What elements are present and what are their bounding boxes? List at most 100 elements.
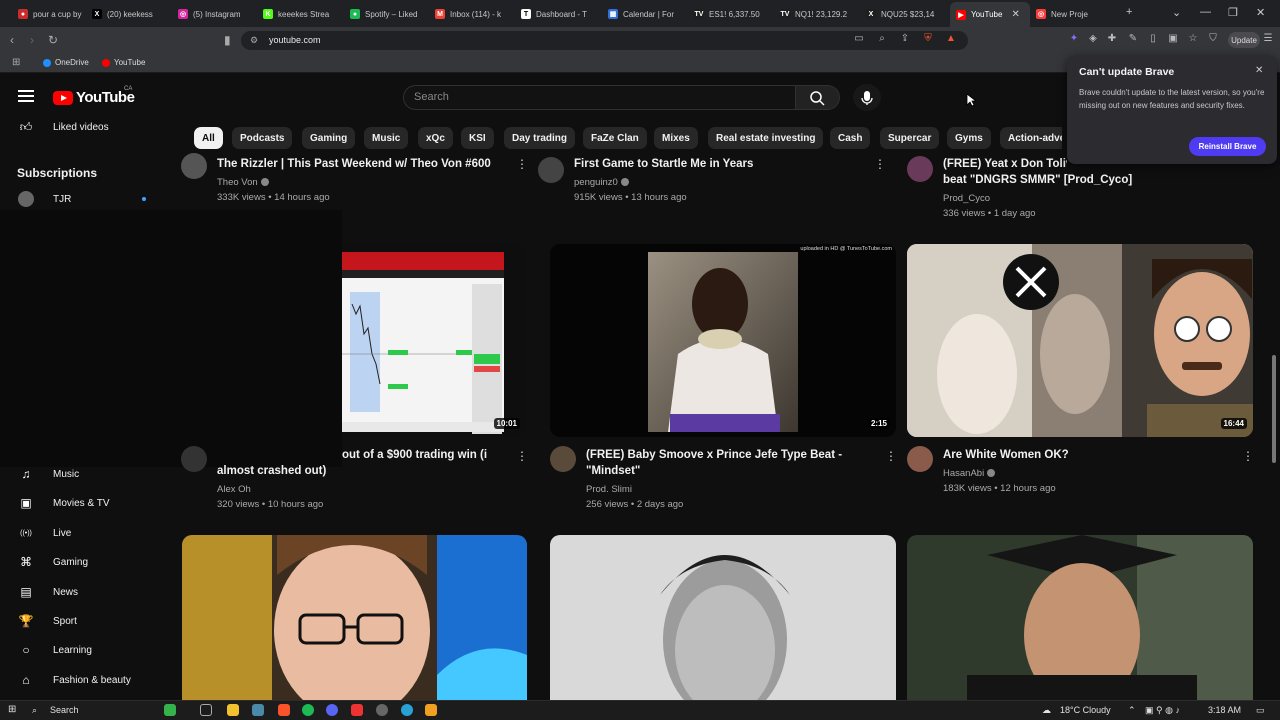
forward-icon[interactable]: › [30,33,34,47]
video-channel[interactable]: HasanAbi [943,466,996,481]
channel-avatar[interactable] [550,446,576,472]
more-options-icon[interactable]: ⋮ [885,449,897,463]
voice-search-button[interactable] [853,84,881,111]
sidebar-item-gaming[interactable]: ⌘ Gaming [0,550,170,574]
chip-cash[interactable]: Cash [830,127,871,149]
channel-name[interactable]: Prod_Cyco [943,191,990,206]
video-title-line1[interactable]: out of a $900 trading win (i [342,447,487,463]
browser-tab[interactable]: ▶ YouTube ✕ [950,2,1030,27]
chip-podcasts[interactable]: Podcasts [232,127,293,149]
update-button[interactable]: Update [1228,32,1260,48]
video-title[interactable]: The Rizzler | This Past Weekend w/ Theo … [217,156,517,172]
channel-avatar[interactable] [907,446,933,472]
chip-all[interactable]: All [194,127,223,149]
video-title-line2[interactable]: "Mindset" [586,463,640,479]
vpn-icon[interactable]: ⛉ [1207,33,1219,45]
reload-icon[interactable]: ↻ [48,33,58,47]
system-tray-icons[interactable]: ▣ ⚲ ◍ ♪ [1145,705,1180,716]
menu-icon[interactable]: ☰ [1262,33,1274,45]
hamburger-menu-icon[interactable] [18,90,34,102]
brave-rewards-icon[interactable]: ▲ [945,33,957,45]
video-thumbnail[interactable]: 10:01 [342,244,526,437]
taskbar-search-input[interactable]: Search [50,705,79,715]
more-options-icon[interactable]: ⋮ [874,157,886,171]
browser-tab[interactable]: M Inbox (114) - k [435,4,509,24]
new-tab-button[interactable]: + [1126,6,1132,18]
sidebar-item-sport[interactable]: 🏆 Sport [0,609,170,633]
url-text[interactable]: youtube.com [269,35,321,45]
widget-icon[interactable] [164,704,176,716]
bookmark-youtube[interactable]: YouTube [102,58,145,67]
chip-action-adve[interactable]: Action-adve [1000,127,1062,149]
back-icon[interactable]: ‹ [10,33,14,47]
video-title-line2[interactable]: beat "DNGRS SMMR" [Prod_Cyco] [943,172,1132,188]
apps-grid-icon[interactable]: ⊞ [12,57,20,68]
tray-chevron-icon[interactable]: ⌃ [1128,705,1136,716]
browser-tab[interactable]: TV NQ1! 23,129.2 [780,4,854,24]
chip-mixes[interactable]: Mixes [654,127,698,149]
browser-tab[interactable]: ● pour a cup by [18,4,92,24]
pen-icon[interactable]: ✎ [1127,33,1139,45]
chip-day-trading[interactable]: Day trading [504,127,576,149]
video-title-line1[interactable]: (FREE) Yeat x Don Tolive [943,156,1067,172]
cast-icon[interactable]: ▭ [853,33,865,45]
video-channel[interactable]: penguinz0 [574,175,629,190]
tab-search-icon[interactable]: ⌄ [1172,6,1181,19]
misc-taskbar-icon[interactable] [425,704,437,716]
browser-tab[interactable]: ▦ Calendar | For [608,4,682,24]
task-view-icon[interactable] [200,704,212,716]
weather-text[interactable]: 18°C Cloudy [1060,705,1111,715]
channel-name[interactable]: penguinz0 [574,177,618,188]
telegram-taskbar-icon[interactable] [401,704,413,716]
browser-tab[interactable]: ◎ (5) Instagram [178,4,252,24]
window-close-button[interactable]: ✕ [1256,6,1265,19]
chip-faze-clan[interactable]: FaZe Clan [583,127,647,149]
more-options-icon[interactable]: ⋮ [516,157,528,171]
start-button[interactable]: ⊞ [8,704,16,715]
video-title-line2[interactable]: almost crashed out) [217,463,326,479]
chip-supercar[interactable]: Supercar [880,127,940,149]
tab-close-icon[interactable]: ✕ [1011,9,1019,20]
popup-close-icon[interactable]: ✕ [1255,65,1263,76]
maximize-button[interactable]: ❐ [1228,6,1238,19]
app-taskbar-icon[interactable] [351,704,363,716]
channel-name[interactable]: Alex Oh [217,482,251,497]
browser-tab[interactable]: Kkeeekes Strea [263,4,337,24]
site-info-icon[interactable]: ⚙ [250,35,258,46]
chip-gyms[interactable]: Gyms [947,127,991,149]
channel-avatar[interactable] [181,446,207,472]
obs-taskbar-icon[interactable] [376,704,388,716]
video-thumbnail[interactable] [907,535,1253,700]
share-icon[interactable]: ⇪ [899,33,911,45]
zoom-icon[interactable]: ⌕ [876,33,888,45]
sidebar-item-live[interactable]: ((•)) Live [0,521,170,545]
channel-name[interactable]: Theo Von [217,177,258,188]
sidebar-item-music[interactable]: ♫ Music [0,462,170,486]
video-thumbnail[interactable] [182,535,527,700]
chip-music[interactable]: Music [364,127,409,149]
leo-ai-icon[interactable]: ✦ [1068,33,1080,45]
star-icon[interactable]: ☆ [1187,33,1199,45]
search-button[interactable] [796,85,840,110]
sidebar-item-news[interactable]: ▤ News [0,580,170,604]
video-thumbnail[interactable]: uploaded in HD @ TunesToTube.com 2:15 [550,244,896,437]
minimize-button[interactable]: — [1200,6,1211,18]
search-input[interactable] [403,85,796,110]
channel-name[interactable]: Prod. Slimi [586,482,632,497]
page-scrollbar[interactable] [1272,355,1276,463]
brave-taskbar-icon[interactable] [278,704,290,716]
bookmark-onedrive[interactable]: OneDrive [43,58,89,67]
more-options-icon[interactable]: ⋮ [1242,449,1254,463]
sidebar-item-tjr[interactable]: TJR [0,187,170,211]
wallet-icon[interactable]: ▣ [1167,33,1179,45]
channel-avatar[interactable] [538,157,564,183]
terminal-icon[interactable] [252,704,264,716]
clock[interactable]: 3:18 AM [1208,705,1241,715]
browser-tab[interactable]: TV ES1! 6,337.50 [694,4,768,24]
spotify-taskbar-icon[interactable] [302,704,314,716]
sidebar-item-fashion-beauty[interactable]: ⌂ Fashion & beauty [0,668,170,692]
chip-real-estate-investing[interactable]: Real estate investing [708,127,824,149]
video-title[interactable]: Are White Women OK? [943,447,1069,463]
browser-tab[interactable]: X NQU25 $23,14 [866,4,940,24]
notifications-icon[interactable]: ▭ [1256,705,1265,716]
